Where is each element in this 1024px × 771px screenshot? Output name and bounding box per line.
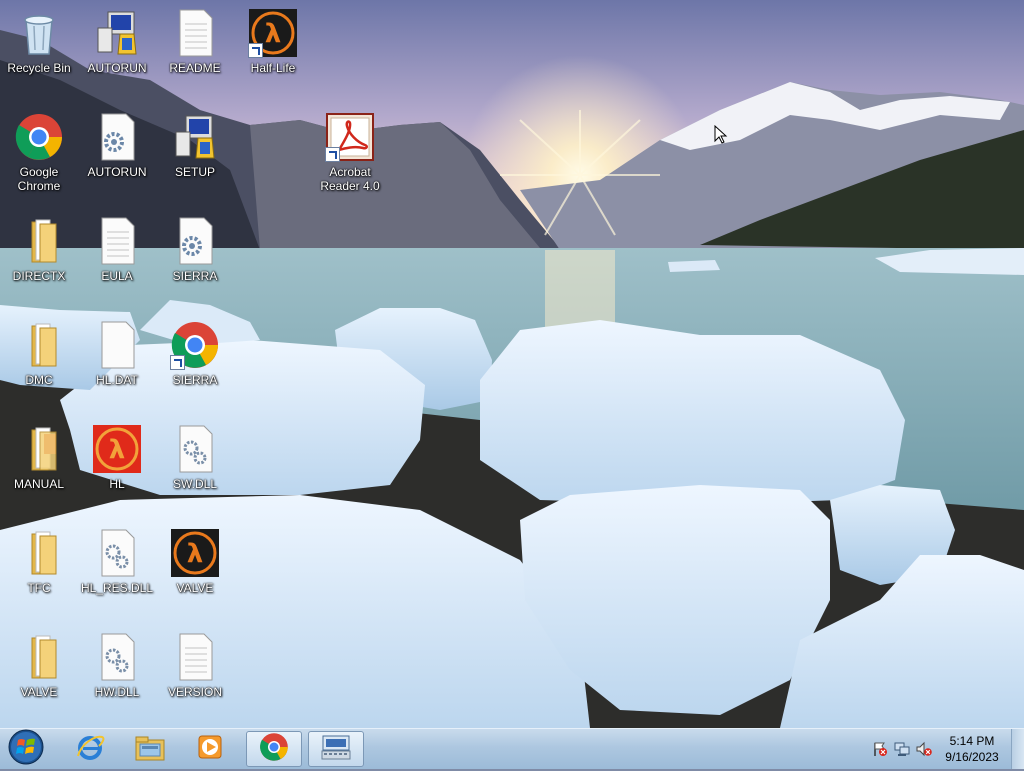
half-life-icon: λ [92,424,142,474]
desktop-icon-label: EULA [101,269,133,283]
desktop-icon-valve-folder[interactable]: VALVE [1,626,77,726]
desktop-icon-sierra-chrome[interactable]: SIERRA [157,314,233,414]
windows-start-icon [7,728,45,771]
shortcut-arrow-icon [170,355,185,370]
desktop-icon-label: README [169,61,221,75]
start-button[interactable] [4,728,48,771]
desktop-icon-label: SETUP [174,165,215,179]
desktop-icon-google-chrome[interactable]: Google Chrome [1,106,77,206]
chrome-icon [14,112,64,162]
folder-icon [14,424,64,474]
desktop-icon-label: SW.DLL [172,477,217,491]
desktop-icon-label: HL.DAT [96,373,138,387]
desktop-icon-manual[interactable]: MANUAL [1,418,77,518]
clock-time: 5:14 PM [949,734,995,748]
svg-text:λ: λ [109,435,125,465]
desktop-icon-recycle-bin[interactable]: Recycle Bin [1,2,77,102]
desktop-icon-label: AUTORUN [87,61,147,75]
shortcut-arrow-icon [248,43,263,58]
desktop-icon-hl[interactable]: λ HL [79,418,155,518]
media-player-icon [195,732,225,767]
desktop-icon-label: HL_RES.DLL [80,581,154,595]
desktop-icon-label: VALVE [20,685,58,699]
taskbar: 5:14 PM 9/16/2023 [0,728,1024,769]
taskbar-media-player[interactable] [182,731,238,767]
dll-file-icon [92,632,142,682]
acrobat-icon [325,112,375,162]
desktop-icon-label: HL [109,477,125,491]
desktop-icon-label: HW.DLL [94,685,140,699]
desktop-icon-valve[interactable]: λ VALVE [157,522,233,622]
desktop-icon-label: TFC [27,581,51,595]
desktop-icon-label: SIERRA [172,269,218,283]
desktop-icon-directx[interactable]: DIRECTX [1,210,77,310]
desktop-icon-label: MANUAL [13,477,64,491]
desktop-icon-version[interactable]: VERSION [157,626,233,726]
desktop-icon-setup[interactable]: SETUP [157,106,233,206]
desktop-icon-label: Recycle Bin [7,61,71,75]
desktop-icon-label: AUTORUN [87,165,147,179]
network-icon[interactable] [894,741,910,757]
desktop-icon-half-life[interactable]: λ Half-Life [235,2,311,102]
shortcut-arrow-icon [325,147,340,162]
settings-file-icon [170,216,220,266]
taskbar-file-explorer[interactable] [122,731,178,767]
show-desktop-button[interactable] [1011,729,1024,769]
folder-icon [14,632,64,682]
desktop-icon-label: VALVE [176,581,214,595]
svg-text:λ: λ [187,539,203,569]
file-explorer-icon [134,732,166,767]
recycle-bin-icon [14,8,64,58]
taskbar-internet-explorer[interactable] [62,731,118,767]
on-screen-keyboard-icon [320,732,352,767]
volume-muted-icon[interactable] [916,741,932,757]
folder-icon [14,320,64,370]
svg-text:λ: λ [265,19,281,49]
desktop-icon-label: DMC [25,373,53,387]
desktop-icon-eula[interactable]: EULA [79,210,155,310]
mouse-cursor-icon [714,124,728,145]
dll-file-icon [170,424,220,474]
taskbar-clock[interactable]: 5:14 PM 9/16/2023 [932,733,1012,765]
desktop-icon-acrobat-reader[interactable]: Acrobat Reader 4.0 [312,106,388,206]
desktop-icon-sierra-inf[interactable]: SIERRA [157,210,233,310]
half-life-icon: λ [170,528,220,578]
desktop-icon-dmc[interactable]: DMC [1,314,77,414]
desktop-icon-hl-res-dll[interactable]: HL_RES.DLL [79,522,155,622]
desktop-icon-label: DIRECTX [12,269,66,283]
desktop-icon-hw-dll[interactable]: HW.DLL [79,626,155,726]
taskbar-on-screen-keyboard[interactable] [308,731,364,767]
setup-app-icon [170,112,220,162]
desktop-icon-readme[interactable]: README [157,2,233,102]
desktop-icon-label: VERSION [167,685,222,699]
clock-date: 9/16/2023 [945,750,999,764]
desktop-icon-label: Acrobat Reader 4.0 [320,165,380,193]
desktop-icon-hl-dat[interactable]: HL.DAT [79,314,155,414]
setup-app-icon [92,8,142,58]
desktop-icon-tfc[interactable]: TFC [1,522,77,622]
action-center-flag-icon[interactable] [872,741,888,757]
taskbar-chrome[interactable] [246,731,302,767]
desktop-icon-label: SIERRA [172,373,218,387]
internet-explorer-icon [75,732,105,767]
blank-file-icon [92,320,142,370]
folder-icon [14,216,64,266]
text-file-icon [92,216,142,266]
system-tray: 5:14 PM 9/16/2023 [864,729,1024,769]
desktop-icon-autorun-inf[interactable]: AUTORUN [79,106,155,206]
dll-file-icon [92,528,142,578]
desktop-icon-label: Google Chrome [17,165,61,193]
chrome-icon [259,732,289,767]
chrome-icon [170,320,220,370]
desktop-icon-label: Half-Life [250,61,296,75]
desktop-icon-autorun-exe[interactable]: AUTORUN [79,2,155,102]
folder-icon [14,528,64,578]
half-life-icon: λ [248,8,298,58]
text-file-icon [170,632,220,682]
desktop-icon-sw-dll[interactable]: SW.DLL [157,418,233,518]
settings-file-icon [92,112,142,162]
text-file-icon [170,8,220,58]
